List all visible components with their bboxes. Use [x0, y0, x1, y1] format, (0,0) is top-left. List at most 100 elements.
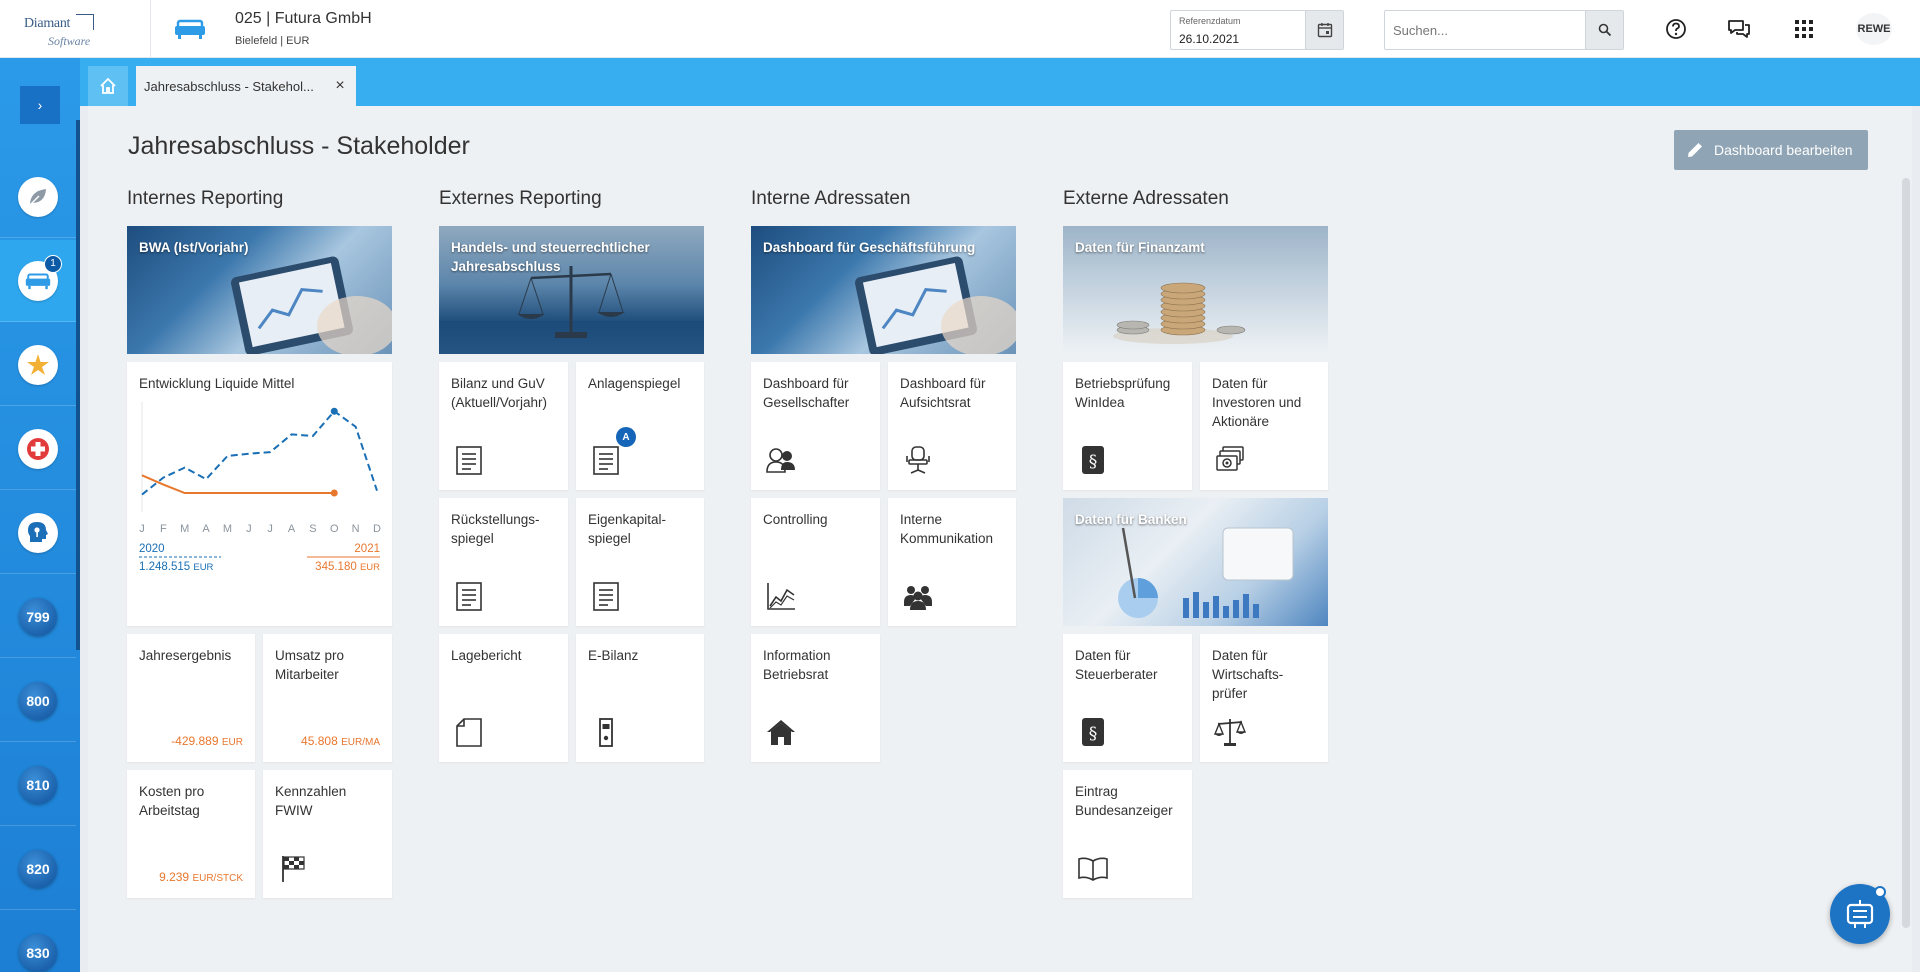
- chevron-right-icon: ›: [37, 97, 43, 113]
- sidebar: › 1 799 800 810 820 830: [0, 58, 80, 972]
- calendar-button[interactable]: [1305, 11, 1343, 49]
- sidebar-item-820[interactable]: 820: [0, 828, 76, 910]
- law-book-icon: §: [1082, 718, 1104, 746]
- reference-date-value[interactable]: 26.10.2021: [1179, 32, 1239, 46]
- sidebar-item-mind[interactable]: [0, 492, 76, 574]
- diamant-logo[interactable]: Diamant Software: [14, 12, 104, 48]
- card-label: Eintrag Bundesanzeiger: [1075, 784, 1173, 818]
- card-jahresergebnis[interactable]: Jahresergebnis -429.889 EUR: [127, 634, 255, 762]
- card-label: Daten für Investoren und Aktionäre: [1212, 376, 1302, 429]
- money-stack-icon: [1216, 446, 1244, 471]
- card-daten-steuerberater[interactable]: Daten für Steuerberater §: [1063, 634, 1192, 762]
- reference-date-field[interactable]: Referenzdatum 26.10.2021: [1170, 10, 1344, 50]
- group-icon: [904, 586, 932, 610]
- card-kosten-pro-arbeitstag[interactable]: Kosten pro Arbeitstag 9.239 EUR/STCK: [127, 770, 255, 898]
- sidebar-expand-button[interactable]: ›: [20, 86, 60, 124]
- binder-icon: [599, 718, 613, 747]
- section-internes-reporting: Internes Reporting: [127, 188, 284, 209]
- sidebar-item-leaf[interactable]: [0, 156, 76, 238]
- reference-date-label: Referenzdatum: [1179, 16, 1241, 26]
- sofa-icon[interactable]: [174, 18, 206, 40]
- close-icon[interactable]: ×: [332, 78, 348, 94]
- x-tick-label: M: [180, 523, 189, 535]
- card-interne-kommunikation[interactable]: Interne Kommunikation: [888, 498, 1016, 626]
- card-e-bilanz[interactable]: E-Bilanz: [576, 634, 704, 762]
- card-bwa[interactable]: BWA (Ist/Vorjahr): [127, 226, 392, 354]
- card-dashboard-aufsichtsrat[interactable]: Dashboard für Aufsichtsrat: [888, 362, 1016, 490]
- card-betriebspruefung-winidea[interactable]: Betriebsprüfung WinIdea §: [1063, 362, 1192, 490]
- card-umsatz-pro-mitarbeiter[interactable]: Umsatz pro Mitarbeiter 45.808 EUR/MA: [263, 634, 392, 762]
- section-externe-adressaten: Externe Adressaten: [1063, 188, 1229, 209]
- sidebar-scrollbar[interactable]: [76, 120, 80, 650]
- paragraph-sign: §: [1089, 724, 1098, 744]
- company-title[interactable]: 025 | Futura GmbH: [235, 10, 372, 28]
- x-tick-label: J: [246, 523, 252, 535]
- card-dashboard-gesellschafter[interactable]: Dashboard für Gesellschafter: [751, 362, 880, 490]
- sidebar-item-800[interactable]: 800: [0, 660, 76, 742]
- card-daten-investoren[interactable]: Daten für Investoren und Aktionäre: [1200, 362, 1328, 490]
- card-lagebericht[interactable]: Lagebericht: [439, 634, 568, 762]
- main-scrollbar[interactable]: [1902, 178, 1910, 928]
- assistant-fab[interactable]: [1830, 884, 1890, 944]
- sidebar-item-health[interactable]: [0, 408, 76, 490]
- sidebar-item-830[interactable]: 830: [0, 912, 76, 972]
- x-tick-label: M: [223, 523, 232, 535]
- value-number: 9.239: [159, 870, 190, 884]
- card-daten-wirtschaftspruefer[interactable]: Daten für Wirtschafts-prüfer: [1200, 634, 1328, 762]
- card-eintrag-bundesanzeiger[interactable]: Eintrag Bundesanzeiger: [1063, 770, 1192, 898]
- sofa-icon: [25, 273, 51, 289]
- sidebar-number: 820: [19, 849, 57, 888]
- search-input[interactable]: [1385, 11, 1585, 49]
- card-daten-banken[interactable]: Daten für Banken: [1063, 498, 1328, 626]
- search-button[interactable]: [1585, 11, 1623, 49]
- chat-icon[interactable]: [1727, 17, 1751, 41]
- assistant-icon: [1846, 900, 1874, 928]
- law-book-icon: §: [1082, 446, 1104, 474]
- card-bilanz-guv[interactable]: Bilanz und GuV (Aktuell/Vorjahr): [439, 362, 568, 490]
- user-avatar[interactable]: REWE: [1856, 13, 1892, 45]
- x-tick-label: A: [202, 523, 210, 535]
- logo-text-top: Diamant: [24, 16, 71, 31]
- card-rueckstellungsspiegel[interactable]: Rückstellungs-spiegel: [439, 498, 568, 626]
- pencil-icon: [1688, 143, 1702, 157]
- office-chair-icon: [906, 446, 930, 474]
- sidebar-item-star[interactable]: [0, 324, 76, 406]
- card-information-betriebsrat[interactable]: Information Betriebsrat: [751, 634, 880, 762]
- help-icon[interactable]: [1664, 17, 1688, 41]
- card-kennzahlen-fwiw[interactable]: Kennzahlen FWIW: [263, 770, 392, 898]
- apps-grid-icon[interactable]: [1792, 17, 1816, 41]
- sidebar-item-810[interactable]: 810: [0, 744, 76, 826]
- notification-badge: 1: [44, 254, 62, 273]
- card-dashboard-geschaeftsfuehrung[interactable]: Dashboard für Geschäftsführung: [751, 226, 1016, 354]
- leaf-icon: [29, 188, 46, 205]
- anlagen-badge: A: [616, 427, 636, 447]
- sidebar-item-799[interactable]: 799: [0, 576, 76, 658]
- edit-dashboard-button[interactable]: Dashboard bearbeiten: [1674, 130, 1868, 170]
- logo-text-bottom: Software: [48, 34, 91, 48]
- card-label: Information Betriebsrat: [763, 648, 831, 682]
- tab-jahresabschluss[interactable]: Jahresabschluss - Stakehol... ×: [136, 66, 356, 106]
- card-label: Dashboard für Aufsichtsrat: [900, 376, 986, 410]
- card-liquide-mittel-chart[interactable]: Entwicklung Liquide Mittel JFMAMJJASOND2…: [127, 362, 392, 626]
- series-marker-2021: [330, 489, 338, 497]
- x-tick-label: F: [160, 523, 167, 535]
- card-eigenkapitalspiegel[interactable]: Eigenkapital-spiegel: [576, 498, 704, 626]
- card-anlagenspiegel[interactable]: Anlagenspiegel A: [576, 362, 704, 490]
- card-label: Dashboard für Geschäftsführung: [763, 240, 976, 255]
- section-interne-adressaten: Interne Adressaten: [751, 188, 911, 209]
- head-key-icon: [28, 521, 48, 542]
- card-daten-finanzamt[interactable]: Daten für Finanzamt: [1063, 226, 1328, 354]
- legend-label-2021: 2021: [354, 543, 380, 555]
- sidebar-number: 810: [19, 765, 57, 804]
- card-label: Interne Kommunikation: [900, 512, 994, 546]
- tab-label: Jahresabschluss - Stakehol...: [144, 78, 314, 94]
- card-handels-jahresabschluss[interactable]: Handels- und steuerrechtlicher Jahresabs…: [439, 226, 704, 354]
- home-tab[interactable]: [88, 66, 128, 106]
- card-controlling[interactable]: Controlling: [751, 498, 880, 626]
- main-content: Jahresabschluss - Stakeholder Dashboard …: [88, 106, 1912, 972]
- logo-mark-icon: [76, 14, 94, 30]
- sidebar-item-sofa[interactable]: 1: [0, 240, 76, 322]
- x-tick-label: J: [267, 523, 273, 535]
- legend-value-2021: 345.180 EUR: [315, 561, 380, 573]
- document-lines-icon: [593, 446, 619, 475]
